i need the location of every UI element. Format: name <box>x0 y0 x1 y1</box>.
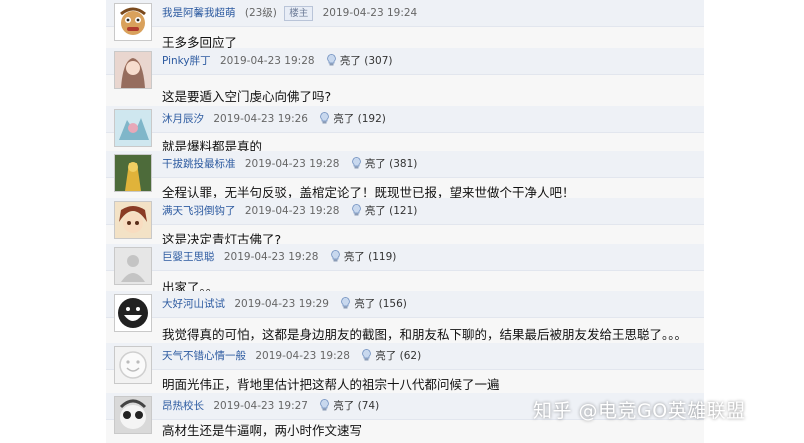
comment-header: 我是阿馨我超萌 (23级) 楼主 2019-04-23 19:24 <box>106 0 704 27</box>
like-count: (74) <box>357 400 380 412</box>
like-count: (119) <box>368 251 397 263</box>
op-badge: 楼主 <box>284 6 314 21</box>
like-count: (121) <box>389 205 418 217</box>
like-label: 亮了 <box>339 55 361 67</box>
comment-header: Pinky胖丁 2019-04-23 19:28 亮了 (307) <box>106 48 704 75</box>
lightbulb-icon <box>351 200 362 226</box>
comment-item: Pinky胖丁 2019-04-23 19:28 亮了 (307) 这是要遁入空… <box>106 48 704 106</box>
lightbulb-icon <box>330 246 341 272</box>
comment-header: 天气不错心情一般 2019-04-23 19:28 亮了 (62) <box>106 343 704 370</box>
comment-item: 我是阿馨我超萌 (23级) 楼主 2019-04-23 19:24 王多多回应了 <box>106 0 704 50</box>
comment-text: 明面光伟正，背地里估计把这帮人的祖宗十八代都问候了一遍 <box>162 377 500 392</box>
lightbulb-icon <box>340 293 351 319</box>
like-count: (156) <box>378 298 407 310</box>
comment-text: 高材生还是牛逼啊，两小时作文速写 <box>162 423 363 438</box>
like-label: 亮了 <box>375 350 397 362</box>
username-link[interactable]: 昂热校长 <box>162 400 204 412</box>
timestamp: 2019-04-23 19:24 <box>322 7 418 19</box>
avatar[interactable] <box>114 3 152 41</box>
username-link[interactable]: 天气不错心情一般 <box>162 350 246 362</box>
avatar[interactable] <box>114 109 152 147</box>
username-link[interactable]: Pinky胖丁 <box>162 55 211 67</box>
comment-item: 天气不错心情一般 2019-04-23 19:28 亮了 (62) 明面光伟正，… <box>106 343 704 393</box>
like-button[interactable]: 亮了 (74) <box>319 399 380 412</box>
like-count: (192) <box>357 113 386 125</box>
comment-item: 沐月辰汐 2019-04-23 19:26 亮了 (192) 就是爆料都是真的 <box>106 106 704 154</box>
username-link[interactable]: 我是阿馨我超萌 <box>162 7 236 19</box>
timestamp: 2019-04-23 19:27 <box>213 400 308 412</box>
comment-header: 干拔跳投最标准 2019-04-23 19:28 亮了 (381) <box>106 151 704 178</box>
lightbulb-icon <box>351 153 362 179</box>
like-button[interactable]: 亮了 (192) <box>319 112 386 125</box>
comment-text: 我觉得真的可怕，这都是身边朋友的截图，和朋友私下聊的，结果最后被朋友发给王思聪了… <box>162 327 688 342</box>
avatar[interactable] <box>114 247 152 285</box>
comment-header: 巨婴王思聪 2019-04-23 19:28 亮了 (119) <box>106 244 704 271</box>
comment-item: 大好河山试试 2019-04-23 19:29 亮了 (156) 我觉得真的可怕… <box>106 291 704 343</box>
like-count: (307) <box>364 55 393 67</box>
like-label: 亮了 <box>333 400 355 412</box>
like-button[interactable]: 亮了 (121) <box>351 204 418 217</box>
like-button[interactable]: 亮了 (156) <box>340 297 407 310</box>
like-label: 亮了 <box>364 205 386 217</box>
like-count: (62) <box>399 350 422 362</box>
comment-header: 大好河山试试 2019-04-23 19:29 亮了 (156) <box>106 291 704 318</box>
avatar[interactable] <box>114 201 152 239</box>
lightbulb-icon <box>319 108 330 134</box>
avatar[interactable] <box>114 154 152 192</box>
avatar[interactable] <box>114 346 152 384</box>
avatar[interactable] <box>114 396 152 434</box>
timestamp: 2019-04-23 19:29 <box>234 298 329 310</box>
like-count: (381) <box>389 158 418 170</box>
avatar[interactable] <box>114 294 152 332</box>
username-link[interactable]: 巨婴王思聪 <box>162 251 215 263</box>
like-label: 亮了 <box>364 158 386 170</box>
like-label: 亮了 <box>343 251 365 263</box>
like-button[interactable]: 亮了 (62) <box>361 349 422 362</box>
comment-text: 这是要遁入空门虔心向佛了吗? <box>162 89 332 104</box>
like-button[interactable]: 亮了 (307) <box>326 54 393 67</box>
like-label: 亮了 <box>333 113 355 125</box>
username-link[interactable]: 满天飞羽倒钩了 <box>162 205 236 217</box>
user-level: (23级) <box>244 7 277 19</box>
lightbulb-icon <box>319 395 330 421</box>
username-link[interactable]: 沐月辰汐 <box>162 113 204 125</box>
watermark-text: 知乎 @电竞GO英雄联盟 <box>533 400 746 422</box>
lightbulb-icon <box>326 50 337 76</box>
comment-item: 干拔跳投最标准 2019-04-23 19:28 亮了 (381) 全程认罪，无… <box>106 151 704 200</box>
username-link[interactable]: 干拔跳投最标准 <box>162 158 236 170</box>
comment-header: 沐月辰汐 2019-04-23 19:26 亮了 (192) <box>106 106 704 133</box>
timestamp: 2019-04-23 19:28 <box>223 251 319 263</box>
timestamp: 2019-04-23 19:28 <box>244 158 340 170</box>
timestamp: 2019-04-23 19:28 <box>219 55 315 67</box>
timestamp: 2019-04-23 19:26 <box>213 113 308 125</box>
comment-header: 满天飞羽倒钩了 2019-04-23 19:28 亮了 (121) <box>106 198 704 225</box>
timestamp: 2019-04-23 19:28 <box>244 205 340 217</box>
like-button[interactable]: 亮了 (119) <box>330 250 397 263</box>
like-button[interactable]: 亮了 (381) <box>351 157 418 170</box>
username-link[interactable]: 大好河山试试 <box>162 298 225 310</box>
comment-item: 满天飞羽倒钩了 2019-04-23 19:28 亮了 (121) 这是决定青灯… <box>106 198 704 247</box>
avatar[interactable] <box>114 51 152 89</box>
timestamp: 2019-04-23 19:28 <box>255 350 350 362</box>
comment-feed: 我是阿馨我超萌 (23级) 楼主 2019-04-23 19:24 王多多回应了… <box>106 0 704 443</box>
lightbulb-icon <box>361 345 372 371</box>
like-label: 亮了 <box>354 298 376 310</box>
comment-item: 巨婴王思聪 2019-04-23 19:28 亮了 (119) 出家了。。 <box>106 244 704 295</box>
